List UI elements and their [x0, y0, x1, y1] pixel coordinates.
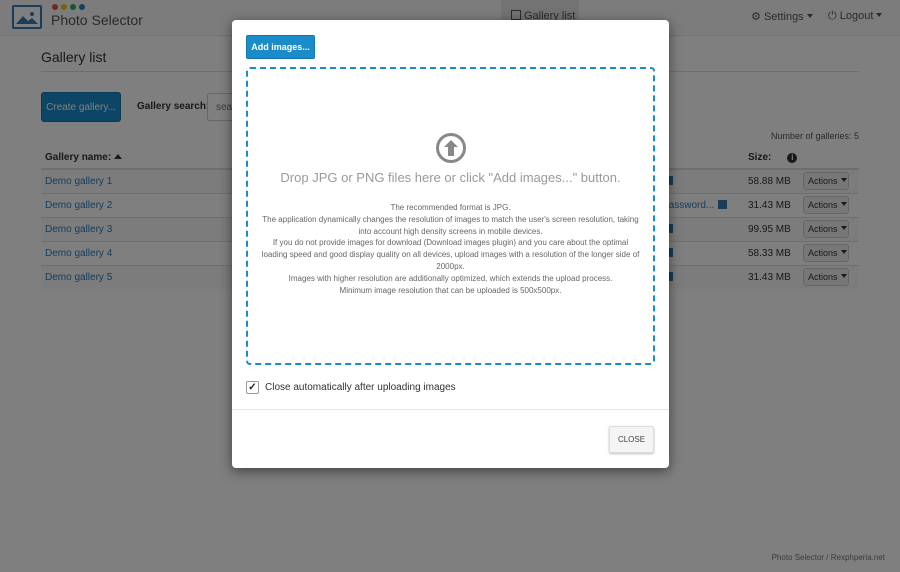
drop-instruction: Drop JPG or PNG files here or click "Add… — [280, 170, 621, 185]
upload-arrow-icon — [436, 133, 466, 163]
upload-modal: Add images... Drop JPG or PNG files here… — [232, 20, 669, 468]
info-line: Minimum image resolution that can be upl… — [339, 285, 562, 295]
upload-info: The recommended format is JPG. The appli… — [248, 202, 653, 296]
info-line: 2000px. — [436, 261, 465, 271]
info-line: If you do not provide images for downloa… — [272, 238, 629, 248]
add-images-button[interactable]: Add images... — [246, 35, 315, 59]
close-button[interactable]: CLOSE — [609, 426, 654, 453]
modal-divider — [232, 409, 669, 410]
checkmark-icon: ✓ — [248, 382, 257, 393]
auto-close-checkbox[interactable]: ✓ — [246, 381, 259, 394]
auto-close-label[interactable]: Close automatically after uploading imag… — [265, 382, 456, 393]
info-line: The application dynamically changes the … — [262, 214, 639, 224]
info-line: into account high density screens in mob… — [358, 226, 543, 236]
dropzone[interactable]: Drop JPG or PNG files here or click "Add… — [246, 67, 655, 365]
info-line: The recommended format is JPG. — [390, 203, 511, 212]
info-line: loading speed and good display quality o… — [261, 250, 640, 260]
info-line: Images with higher resolution are additi… — [288, 273, 613, 283]
